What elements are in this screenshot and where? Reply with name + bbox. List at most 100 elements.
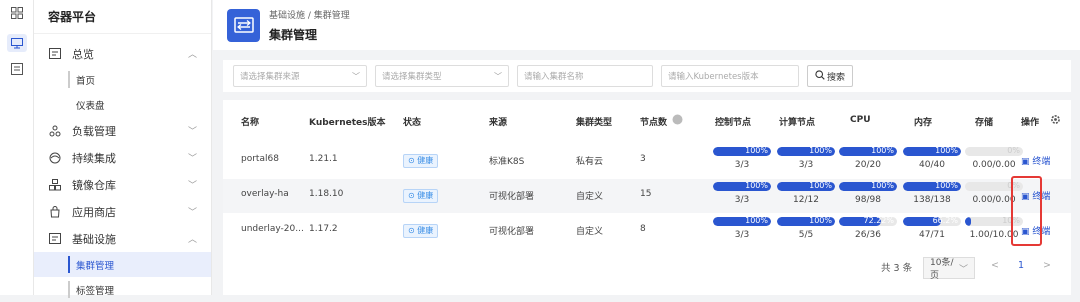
cluster-type-select[interactable]: 请选择集群类型 ﹀ [375, 65, 509, 87]
progress-track: 100% [839, 147, 897, 156]
compute-nodes-bar: 100% 5/5 [777, 217, 835, 240]
usage-fraction: 3/3 [734, 230, 750, 240]
next-page-button[interactable]: > [1043, 260, 1051, 271]
node-count: 3 [640, 154, 646, 164]
chevron-up-icon: ︿ [187, 235, 197, 245]
cluster-name[interactable]: overlay-ha [241, 189, 289, 199]
sidebar-group-registry[interactable]: 镜像仓库 ﹀ [34, 171, 211, 198]
progress-percent: 100% [745, 182, 768, 190]
sidebar-item-home[interactable]: 首页 [34, 67, 211, 92]
chevron-down-icon: ﹀ [187, 127, 197, 137]
cpu-bar: 100% 98/98 [839, 182, 897, 205]
sidebar-group-label: 镜像仓库 [72, 178, 116, 192]
sidebar-item-label-management[interactable]: 标签管理 [34, 277, 211, 302]
terminal-icon: ▣ [1021, 157, 1033, 167]
progress-percent: 100% [745, 217, 768, 225]
control-nodes-bar: 100% 3/3 [713, 182, 771, 205]
cluster-source-select[interactable]: 请选择集群来源 ﹀ [233, 65, 367, 87]
sidebar-item-label: 首页 [76, 75, 96, 87]
progress-track: 100% [713, 147, 771, 156]
sidebar-item-label: 仪表盘 [76, 100, 105, 112]
check-circle-icon: ⊙ [408, 226, 418, 235]
grid-icon[interactable] [10, 6, 24, 20]
monitor-icon[interactable] [6, 34, 27, 52]
cluster-source: 可视化部署 [489, 227, 535, 237]
input-placeholder: 请输入集群名称 [524, 72, 584, 82]
check-circle-icon: ⊙ [408, 156, 418, 165]
progress-track: 100% [777, 217, 835, 226]
search-button[interactable]: 搜索 [807, 65, 854, 87]
status-text: 健康 [417, 156, 434, 165]
progress-track: 100% [713, 182, 771, 191]
memory-bar: 66.2% 47/71 [903, 217, 961, 240]
sidebar-group-infra[interactable]: 基础设施 ︿ [34, 225, 211, 252]
search-icon [815, 69, 825, 83]
cluster-name-input[interactable]: 请输入集群名称 [517, 65, 653, 87]
storage-bar: 0% 0.00/0.00 [965, 147, 1023, 170]
progress-track: 100% [777, 182, 835, 191]
status-badge: ⊙ 健康 [403, 189, 439, 203]
compute-nodes-bar: 100% 12/12 [777, 182, 835, 205]
page-number-current[interactable]: 1 [1018, 260, 1024, 271]
select-placeholder: 请选择集群来源 [240, 72, 300, 82]
progress-track: 100% [903, 182, 961, 191]
cluster-name[interactable]: underlay-20... [241, 224, 304, 234]
cluster-source: 可视化部署 [489, 192, 535, 202]
column-header-type: 集群类型 [576, 118, 613, 128]
cluster-name[interactable]: portal68 [241, 154, 279, 164]
column-header-storage: 存储 [975, 118, 994, 128]
sidebar-group-workload[interactable]: 负载管理 ﹀ [34, 117, 211, 144]
chevron-down-icon: ﹀ [187, 181, 197, 191]
usage-fraction: 26/36 [855, 230, 881, 240]
sidebar-group-ci[interactable]: 持续集成 ﹀ [34, 144, 211, 171]
column-header-status: 状态 [403, 118, 422, 128]
usage-fraction: 3/3 [734, 160, 750, 170]
page-size-select[interactable]: 10条/页 ﹀ [923, 257, 975, 281]
sidebar-group-label: 应用商店 [72, 205, 116, 219]
node-count: 8 [640, 224, 646, 234]
ci-icon [48, 151, 62, 165]
chevron-down-icon: ﹀ [187, 154, 197, 164]
table-header: 名称 Kubernetes版本 状态 来源 集群类型 节点数 控制节点 计算节点… [223, 114, 1071, 135]
page-title: 集群管理 [269, 27, 318, 42]
usage-fraction: 40/40 [919, 160, 945, 170]
sidebar-group-overview[interactable]: 总览 ︿ [34, 40, 211, 67]
chevron-down-icon: ﹀ [958, 264, 968, 275]
progress-track: 72.22% [839, 217, 897, 226]
sidebar-group-label: 总览 [72, 47, 94, 61]
status-text: 健康 [417, 191, 434, 200]
settings-gear-icon[interactable] [1050, 114, 1061, 128]
search-button-label: 搜索 [827, 72, 846, 83]
nav-indicator [68, 281, 70, 298]
progress-track: 100% [903, 147, 961, 156]
progress-percent: 100% [871, 182, 894, 190]
k8s-version: 1.18.10 [309, 189, 344, 199]
progress-percent: 0% [1007, 147, 1020, 155]
sidebar-group-store[interactable]: 应用商店 ﹀ [34, 198, 211, 225]
status-text: 健康 [417, 226, 434, 235]
breadcrumb[interactable]: 基础设施 / 集群管理 [269, 8, 350, 21]
usage-fraction: 47/71 [919, 230, 945, 240]
usage-fraction: 12/12 [793, 195, 819, 205]
progress-percent: 100% [935, 182, 958, 190]
k8s-version: 1.21.1 [309, 154, 338, 164]
sidebar-item-dashboard[interactable]: 仪表盘 [34, 92, 211, 117]
progress-percent: 66.2% [932, 217, 958, 225]
page-size-label: 10条/页 [930, 258, 954, 281]
terminal-button[interactable]: ▣ 终端 [1021, 154, 1050, 167]
k8s-version-input[interactable]: 请输入Kubernetes版本 [661, 65, 799, 87]
nav-indicator [68, 71, 70, 88]
cluster-logo-icon [227, 8, 260, 42]
progress-track: 0% [965, 147, 1023, 156]
sidebar-item-label: 集群管理 [76, 260, 115, 272]
list-icon[interactable] [10, 62, 24, 76]
sidebar-item-cluster-management[interactable]: 集群管理 [34, 252, 211, 277]
usage-fraction: 98/98 [855, 195, 881, 205]
k8s-version: 1.17.2 [309, 224, 338, 234]
progress-percent: 100% [935, 147, 958, 155]
prev-page-button[interactable]: < [991, 260, 999, 271]
progress-track: 100% [839, 182, 897, 191]
main-content: 基础设施 / 集群管理 集群管理 请选择集群来源 ﹀ 请选择集群类型 ﹀ 请输入… [213, 0, 1080, 295]
info-icon[interactable] [672, 114, 683, 128]
compute-nodes-bar: 100% 3/3 [777, 147, 835, 170]
